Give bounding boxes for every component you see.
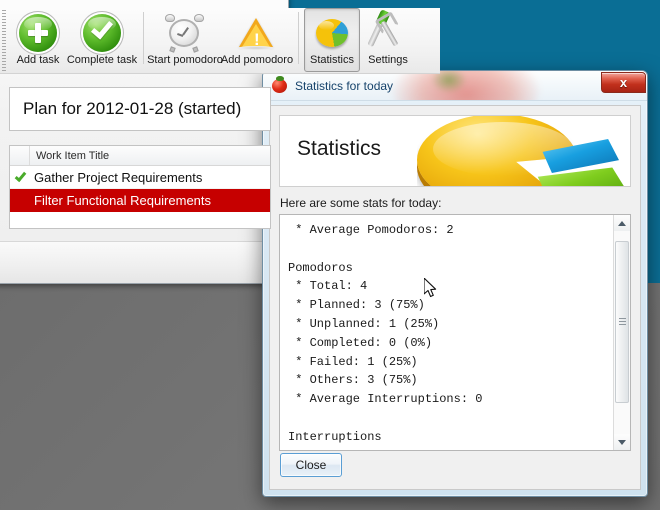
- scroll-down-button[interactable]: [614, 434, 630, 450]
- main-toolbar: Add task Complete task Start pomodoro ! …: [0, 8, 440, 74]
- work-item-title: Gather Project Requirements: [34, 169, 203, 185]
- row-status-gutter: [10, 166, 30, 188]
- add-task-icon: [17, 13, 59, 53]
- pie-chart-icon: [311, 13, 353, 53]
- header-gutter: [10, 146, 30, 165]
- toolbar-label: Statistics: [309, 54, 354, 66]
- toolbar-button-add-task[interactable]: Add task: [10, 8, 66, 72]
- tomato-icon: [272, 75, 287, 93]
- work-items-list[interactable]: Work Item Title Gather Project Requireme…: [9, 145, 271, 229]
- toolbar-button-start-pomodoro[interactable]: Start pomodoro: [147, 8, 223, 72]
- close-icon[interactable]: x: [601, 72, 646, 93]
- statistics-text: * Average Pomodoros: 2 Pomodoros * Total…: [288, 223, 483, 450]
- toolbar-label: Start pomodoro: [147, 54, 223, 66]
- row-status-gutter: [10, 189, 30, 212]
- toolbar-button-settings[interactable]: Settings: [360, 8, 416, 72]
- work-items-header-row: Work Item Title: [10, 146, 270, 166]
- scrollbar-grip-icon: [619, 318, 626, 326]
- pie-slice-green: [537, 167, 627, 186]
- toolbar-label: Add task: [16, 54, 60, 66]
- work-item-title: Filter Functional Requirements: [34, 193, 212, 208]
- chevron-down-icon: [618, 439, 626, 445]
- table-row[interactable]: Gather Project Requirements: [10, 166, 270, 189]
- toolbar-separator: [298, 12, 299, 64]
- alarm-clock-icon: [164, 13, 206, 53]
- complete-task-icon: [81, 13, 123, 53]
- statistics-dialog: Statistics for today x Statistics Here a…: [262, 70, 648, 497]
- statistics-heading: Statistics: [297, 137, 382, 160]
- statistics-header-banner: Statistics: [279, 115, 631, 187]
- dialog-body: Statistics Here are some stats for today…: [269, 105, 641, 490]
- check-icon: [14, 169, 26, 182]
- toolbar-button-complete-task[interactable]: Complete task: [66, 8, 138, 72]
- toolbar-button-statistics[interactable]: Statistics: [304, 8, 360, 72]
- statistics-scrollbar[interactable]: [613, 215, 630, 450]
- toolbar-button-add-pomodoro[interactable]: ! Add pomodoro: [221, 8, 293, 72]
- plan-banner: Plan for 2012-01-28 (started): [9, 87, 271, 131]
- pie-chart-3d-image: [405, 116, 630, 186]
- tomato-watermark-leaf: [431, 71, 467, 93]
- toolbar-separator: [143, 12, 144, 64]
- dialog-titlebar[interactable]: Statistics for today x: [263, 71, 647, 101]
- statistics-text-area[interactable]: * Average Pomodoros: 2 Pomodoros * Total…: [279, 214, 631, 451]
- toolbar-label: Settings: [368, 54, 408, 66]
- close-button[interactable]: Close: [280, 453, 342, 477]
- toolbar-drag-grip[interactable]: [2, 10, 6, 72]
- warning-triangle-icon: !: [236, 13, 278, 53]
- toolbar-label: Complete task: [66, 54, 138, 66]
- scroll-up-button[interactable]: [614, 215, 630, 231]
- dialog-title: Statistics for today: [295, 78, 394, 93]
- table-row[interactable]: Filter Functional Requirements: [10, 189, 270, 212]
- stats-intro-label: Here are some stats for today:: [280, 196, 442, 210]
- tools-icon: [367, 13, 409, 53]
- scrollbar-thumb[interactable]: [615, 241, 629, 403]
- toolbar-label: Add pomodoro: [220, 54, 294, 66]
- column-header-work-item-title[interactable]: Work Item Title: [30, 150, 109, 162]
- plan-banner-label: Plan for 2012-01-28 (started): [23, 99, 242, 118]
- chevron-up-icon: [618, 220, 626, 226]
- main-window-status-strip: [0, 241, 288, 283]
- screen: Plan for 2012-01-28 (started) Work Item …: [0, 0, 660, 510]
